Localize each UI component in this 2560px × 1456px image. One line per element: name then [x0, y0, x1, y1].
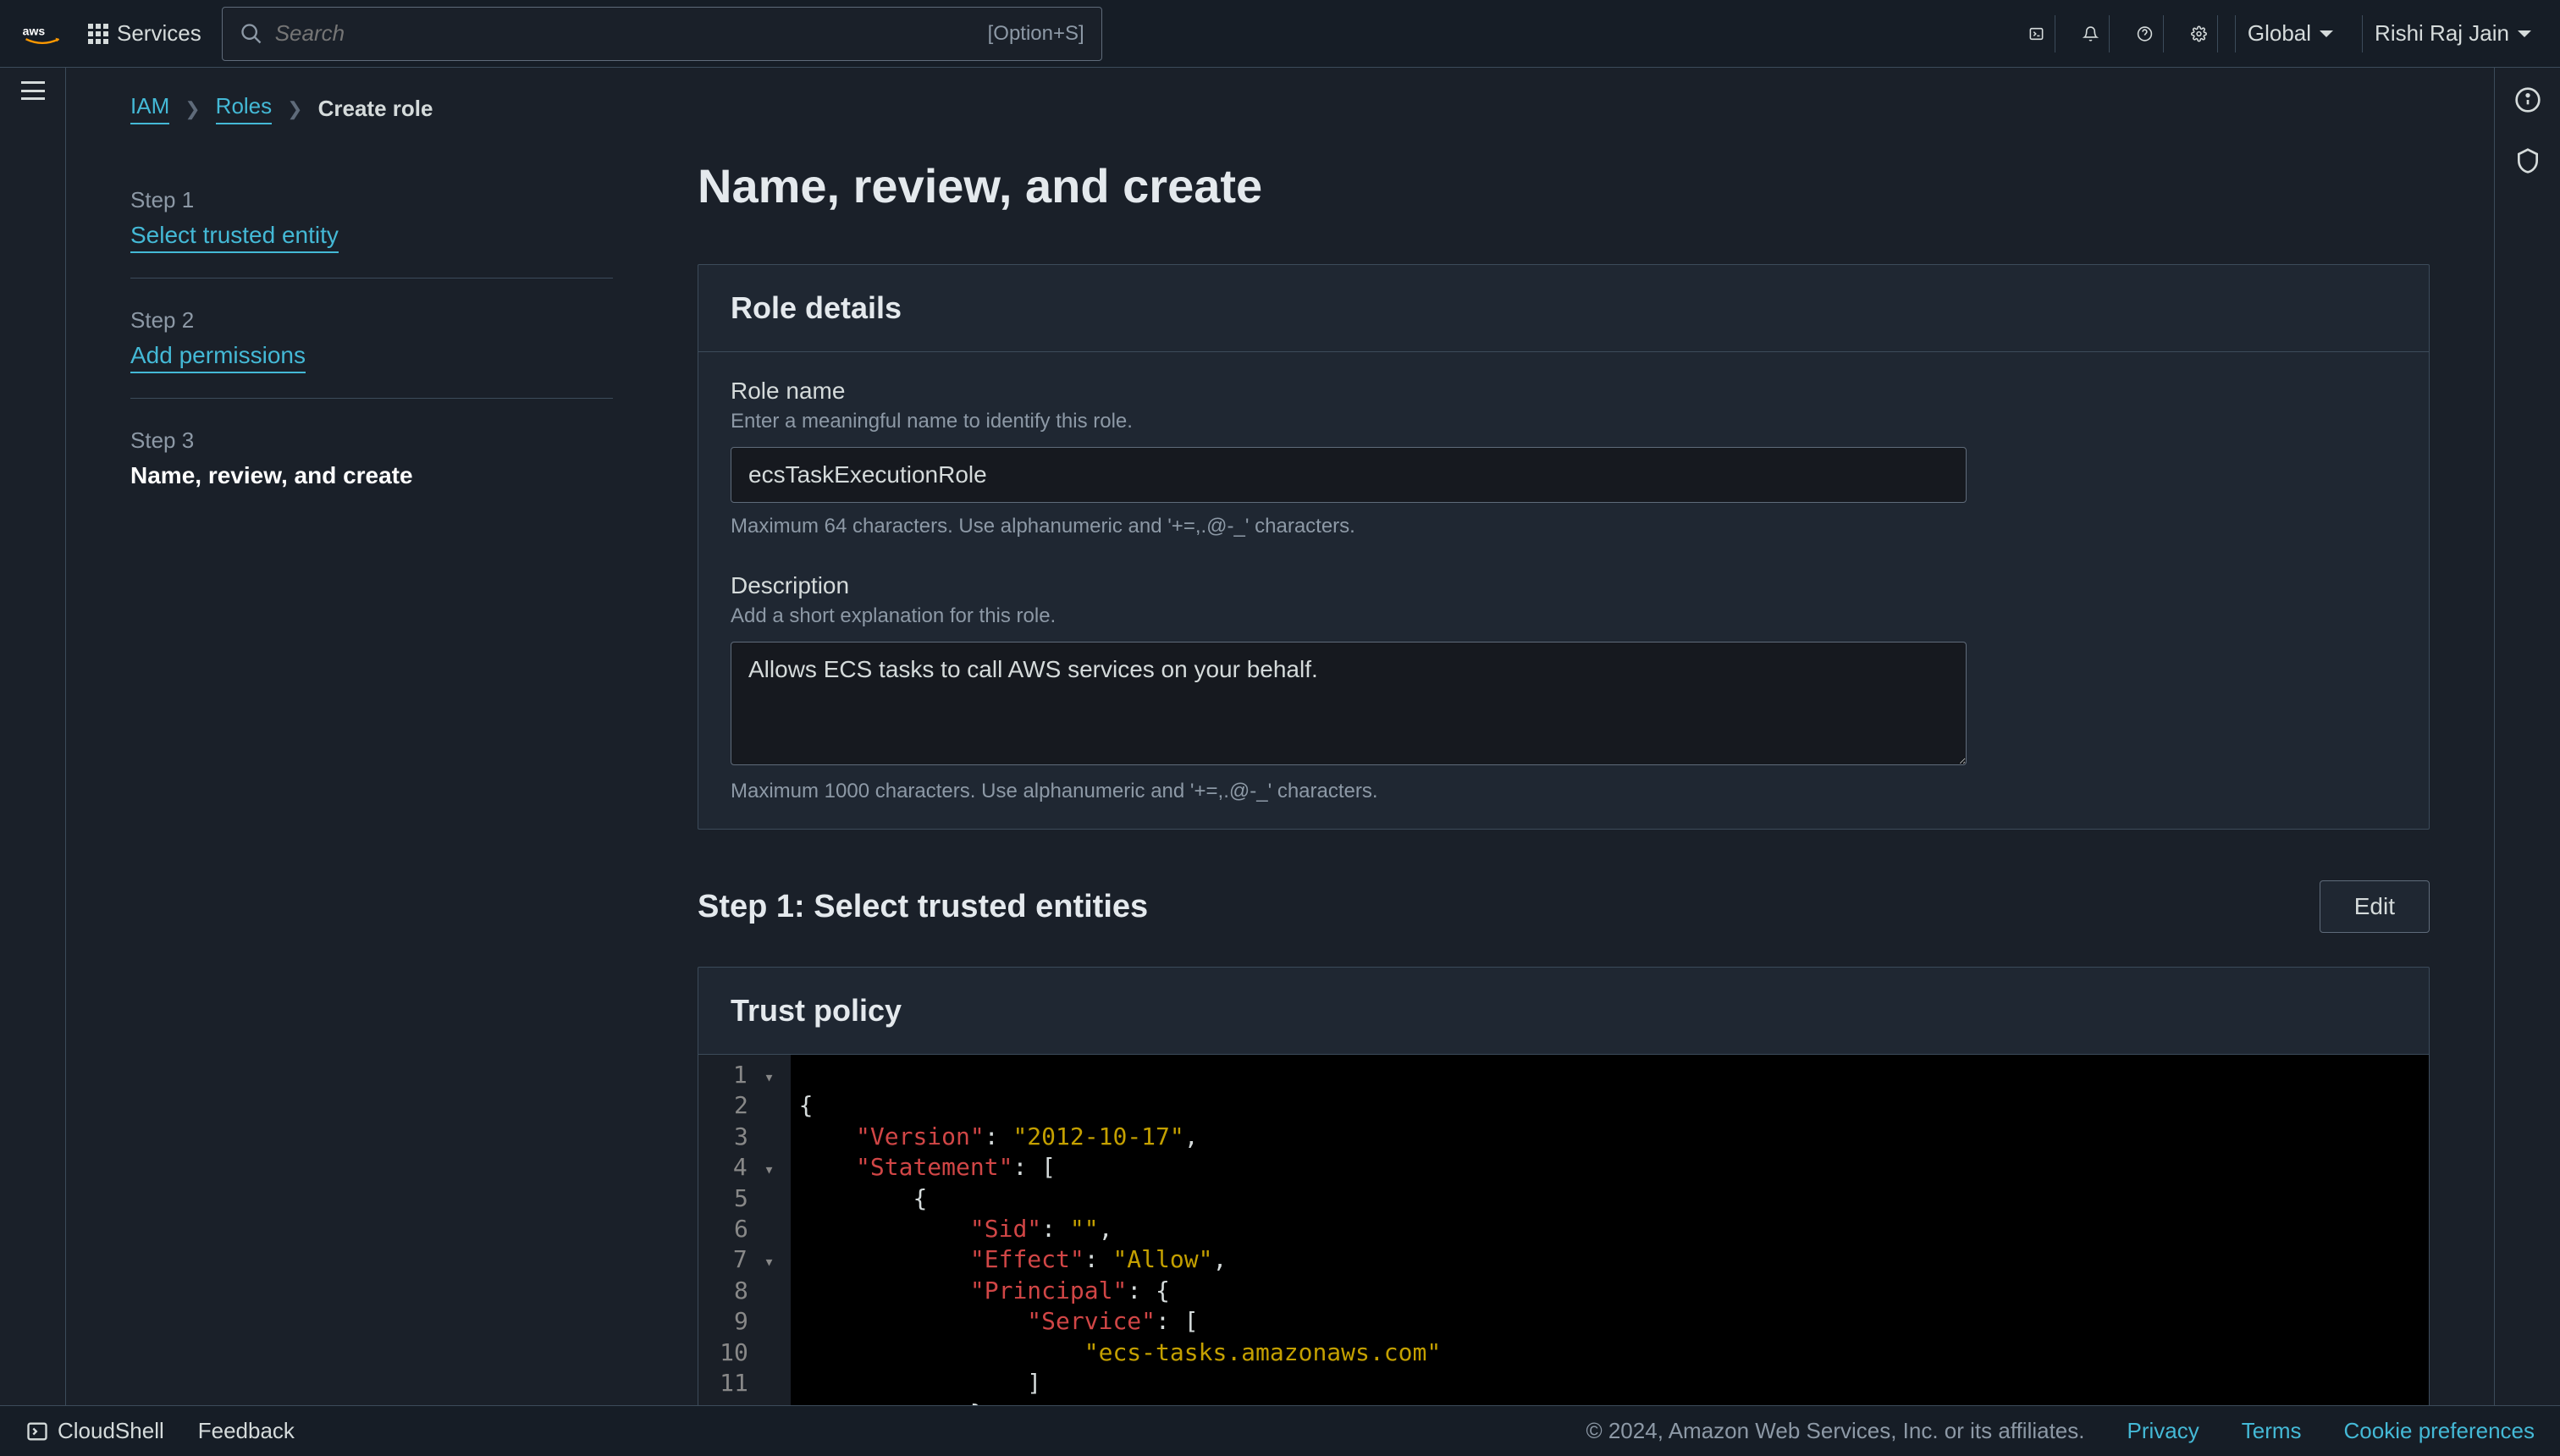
chevron-right-icon: ❯ — [185, 98, 200, 120]
search-input[interactable] — [275, 20, 988, 47]
step-label: Step 2 — [130, 307, 613, 334]
right-rail — [2494, 68, 2560, 1405]
role-details-header: Role details — [698, 265, 2429, 352]
cloudshell-button[interactable]: CloudShell — [25, 1418, 164, 1444]
notifications-icon[interactable] — [2072, 15, 2110, 52]
role-name-label: Role name — [731, 378, 2397, 405]
user-label: Rishi Raj Jain — [2375, 20, 2509, 47]
role-name-hint: Enter a meaningful name to identify this… — [731, 410, 2397, 433]
aws-logo[interactable]: aws — [17, 22, 68, 46]
step-2: Step 2 Add permissions — [130, 279, 613, 399]
trust-policy-code[interactable]: 1 ▾ 2 3 4 ▾ 5 6 7 ▾ 8 9 10 11 { "Version… — [698, 1055, 2429, 1405]
security-icon[interactable] — [2513, 146, 2543, 176]
info-icon[interactable] — [2513, 85, 2543, 115]
description-label: Description — [731, 572, 2397, 599]
step-label: Step 1 — [130, 187, 613, 213]
chevron-right-icon: ❯ — [287, 98, 302, 120]
copyright: © 2024, Amazon Web Services, Inc. or its… — [1586, 1418, 2084, 1444]
user-menu[interactable]: Rishi Raj Jain — [2362, 15, 2543, 52]
role-name-field: Role name Enter a meaningful name to ide… — [731, 378, 2397, 538]
top-navigation: aws Services [Option+S] — [0, 0, 2560, 68]
caret-down-icon — [2320, 30, 2333, 37]
breadcrumb-current: Create role — [318, 96, 433, 122]
breadcrumb-iam[interactable]: IAM — [130, 93, 169, 124]
help-icon[interactable] — [2127, 15, 2164, 52]
code-gutter: 1 ▾ 2 3 4 ▾ 5 6 7 ▾ 8 9 10 11 — [698, 1055, 791, 1405]
services-button[interactable]: Services — [88, 20, 201, 47]
caret-down-icon — [2518, 30, 2531, 37]
trust-policy-header: Trust policy — [698, 968, 2429, 1055]
privacy-link[interactable]: Privacy — [2127, 1418, 2199, 1444]
role-details-panel: Role details Role name Enter a meaningfu… — [698, 264, 2430, 830]
code-content: { "Version": "2012-10-17", "Statement": … — [791, 1055, 1450, 1405]
global-search[interactable]: [Option+S] — [222, 7, 1102, 61]
svg-text:aws: aws — [23, 24, 46, 37]
step1-section-header: Step 1: Select trusted entities Edit — [698, 880, 2430, 933]
settings-icon[interactable] — [2181, 15, 2218, 52]
edit-button[interactable]: Edit — [2320, 880, 2430, 933]
footer: CloudShell Feedback © 2024, Amazon Web S… — [0, 1405, 2560, 1456]
left-rail — [0, 68, 66, 1405]
region-label: Global — [2248, 20, 2311, 47]
services-label: Services — [117, 20, 201, 47]
cloudshell-icon[interactable] — [2018, 15, 2055, 52]
description-field: Description Add a short explanation for … — [731, 572, 2397, 803]
step-2-link[interactable]: Add permissions — [130, 342, 306, 373]
cookie-preferences-link[interactable]: Cookie preferences — [2344, 1418, 2535, 1444]
wizard-steps: Step 1 Select trusted entity Step 2 Add … — [130, 158, 613, 1405]
step-label: Step 3 — [130, 427, 613, 454]
step-1: Step 1 Select trusted entity — [130, 158, 613, 279]
description-hint: Add a short explanation for this role. — [731, 604, 2397, 628]
menu-toggle-icon[interactable] — [21, 81, 45, 100]
step-3-title: Name, review, and create — [130, 462, 613, 489]
feedback-link[interactable]: Feedback — [198, 1418, 295, 1444]
terms-link[interactable]: Terms — [2242, 1418, 2302, 1444]
cloudshell-label: CloudShell — [58, 1418, 164, 1444]
role-name-footnote: Maximum 64 characters. Use alphanumeric … — [731, 515, 2397, 538]
description-textarea[interactable] — [731, 642, 1967, 765]
breadcrumb: IAM ❯ Roles ❯ Create role — [66, 68, 2494, 124]
trust-policy-panel: Trust policy 1 ▾ 2 3 4 ▾ 5 6 7 ▾ 8 9 10 … — [698, 967, 2430, 1405]
breadcrumb-roles[interactable]: Roles — [216, 93, 272, 124]
page-title: Name, review, and create — [698, 158, 2430, 213]
step-3: Step 3 Name, review, and create — [130, 399, 613, 518]
search-icon — [240, 22, 263, 46]
grid-icon — [88, 24, 108, 44]
step-1-link[interactable]: Select trusted entity — [130, 222, 339, 253]
role-name-input[interactable] — [731, 447, 1967, 503]
step1-section-title: Step 1: Select trusted entities — [698, 889, 1148, 925]
search-shortcut: [Option+S] — [988, 22, 1084, 46]
region-selector[interactable]: Global — [2235, 15, 2345, 52]
description-footnote: Maximum 1000 characters. Use alphanumeri… — [731, 780, 2397, 803]
